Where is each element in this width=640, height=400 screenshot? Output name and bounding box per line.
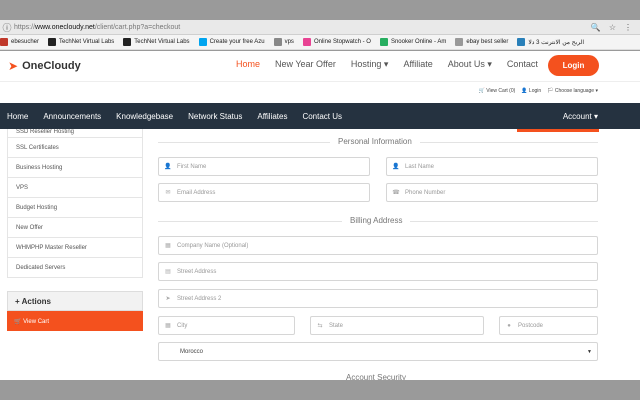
bookmarks-bar: ebesucher TechNet Virtual Labs TechNet Vir… [0,35,640,50]
bookmark-label: TechNet Virtual Labs [59,39,115,45]
nav-home[interactable]: Home [236,59,260,70]
bookmark-label: Snooker Online - Am [390,39,447,45]
client-nav-announcements[interactable]: Announcements [43,112,101,121]
client-nav-network-status[interactable]: Network Status [188,112,242,121]
sidebar-item-new-offer[interactable]: New Offer [7,218,143,238]
divider [0,81,640,82]
map-signs-icon: ⇆ [317,323,323,329]
envelope-icon: ✉ [165,190,171,196]
bookmark-item[interactable]: Online Stopwatch - O [302,38,371,46]
rocket-icon: ➤ [8,59,19,73]
actions-title: + Actions [7,291,143,311]
client-nav-home[interactable]: Home [7,112,28,121]
postcode-field[interactable]: ● Postcode [499,316,598,335]
bookmark-favicon-icon [123,38,132,46]
bookmark-label: ebesucher [11,39,40,45]
client-nav-affiliates[interactable]: Affiliates [257,112,287,121]
browser-frame: ⓘ https://www.onecloudy.net/client/cart.… [0,0,640,400]
bookmark-item[interactable]: TechNet Virtual Labs [48,38,114,46]
zoom-icon[interactable]: 🔍 [591,23,601,32]
nav-new-year-offer[interactable]: New Year Offer [275,59,336,70]
bookmark-favicon-icon [48,38,57,46]
bookmark-item[interactable]: Snooker Online - Am [379,38,447,46]
bookmark-item[interactable]: Create your free Azu [198,38,265,46]
bookmark-label: ebay best seller [466,39,509,45]
last-name-field[interactable]: 👤 Last Name [386,157,598,176]
country-select[interactable]: Morocco ▼ [158,342,598,361]
login-button[interactable]: Login [548,55,599,76]
chevron-down-icon: ▼ [587,348,592,355]
bookmark-label: vps [284,39,294,45]
building-icon: ▤ [165,269,171,275]
street-address-field[interactable]: ▤ Street Address [158,262,598,281]
bookmark-favicon-icon [379,38,388,46]
actions-panel: + Actions 🛒 View Cart [7,291,143,331]
bookmark-label: الربح من الانترنت 3 دلا [528,39,585,46]
account-menu[interactable]: Account ▾ [563,112,598,121]
nav-affiliate[interactable]: Affiliate [403,59,432,70]
bookmark-favicon-icon [0,38,8,46]
category-sidebar: SSD Reseller Hosting SSL Certificates Bu… [7,129,143,278]
company-field[interactable]: ▦ Company Name (Optional) [158,236,598,255]
street-address-2-field[interactable]: ➤ Street Address 2 [158,289,598,308]
nav-about-us[interactable]: About Us ▾ [448,59,492,70]
client-nav-knowledgebase[interactable]: Knowledgebase [116,112,173,121]
personal-info-title: Personal Information [330,137,420,146]
bookmark-item[interactable]: TechNet Virtual Labs [123,38,190,46]
brand-name: OneCloudy [22,60,81,72]
info-icon[interactable]: ⓘ [0,21,14,34]
star-icon[interactable]: ☆ [609,23,616,32]
login-link[interactable]: 👤 Login [521,88,541,94]
website: ➤ OneCloudy Home New Year Offer Hosting … [0,51,640,400]
city-field[interactable]: ▦ City [158,316,295,335]
bookmark-item[interactable]: ebay best seller [455,38,508,46]
bookmark-item[interactable]: الربح من الانترنت 3 دلا [517,38,584,46]
language-link[interactable]: 🏳 Choose language ▾ [547,88,598,94]
sidebar-item-ssd-reseller[interactable]: SSD Reseller Hosting [7,129,143,138]
sidebar-item-budget[interactable]: Budget Hosting [7,198,143,218]
menu-icon[interactable]: ⋮ [624,23,632,32]
user-icon: 👤 [164,164,172,170]
main-nav: Home New Year Offer Hosting ▾ Affiliate … [236,59,553,70]
bookmark-item[interactable]: vps [273,38,294,46]
certificate-icon: ● [507,322,511,329]
client-nav-contact-us[interactable]: Contact Us [302,112,342,121]
billing-address-title: Billing Address [342,216,411,225]
sidebar-item-whmphp[interactable]: WHMPHP Master Reseller [7,238,143,258]
sidebar-item-business[interactable]: Business Hosting [7,158,143,178]
bookmark-favicon-icon [455,38,464,46]
url-text[interactable]: https://www.onecloudy.net/client/cart.ph… [14,24,591,31]
first-name-field[interactable]: 👤 First Name [158,157,370,176]
bookmark-favicon-icon [198,38,207,46]
logo[interactable]: ➤ OneCloudy [8,59,81,73]
utility-links: 🛒 View Cart (0) 👤 Login 🏳 Choose languag… [479,88,598,94]
bookmark-favicon-icon [302,38,311,46]
building-icon: ▦ [165,323,171,329]
nav-hosting[interactable]: Hosting ▾ [351,59,389,70]
address-bar[interactable]: ⓘ https://www.onecloudy.net/client/cart.… [0,20,640,35]
building-icon: ▦ [165,243,171,249]
sidebar-item-vps[interactable]: VPS [7,178,143,198]
bookmark-favicon-icon [273,38,282,46]
phone-field[interactable]: ☎ Phone Number [386,183,598,202]
bookmark-favicon-icon [517,38,526,46]
map-marker-icon: ➤ [165,296,171,302]
nav-contact[interactable]: Contact [507,59,538,70]
email-field[interactable]: ✉ Email Address [158,183,370,202]
client-nav: Home Announcements Knowledgebase Network… [0,103,640,129]
user-icon: 👤 [392,164,400,170]
bookmark-label: Online Stopwatch - O [313,39,371,45]
window-bottom-border [0,380,640,400]
phone-icon: ☎ [392,190,400,196]
state-field[interactable]: ⇆ State [310,316,484,335]
sidebar-item-ssl[interactable]: SSL Certificates [7,138,143,158]
view-cart-button[interactable]: 🛒 View Cart [7,311,143,331]
bookmark-label: Create your free Azu [209,39,265,45]
bookmark-label: TechNet Virtual Labs [134,39,190,45]
view-cart-link[interactable]: 🛒 View Cart (0) [479,88,516,94]
checkout-button-edge[interactable] [517,129,599,132]
bookmark-item[interactable]: ebesucher [0,38,39,46]
sidebar-item-dedicated[interactable]: Dedicated Servers [7,258,143,278]
